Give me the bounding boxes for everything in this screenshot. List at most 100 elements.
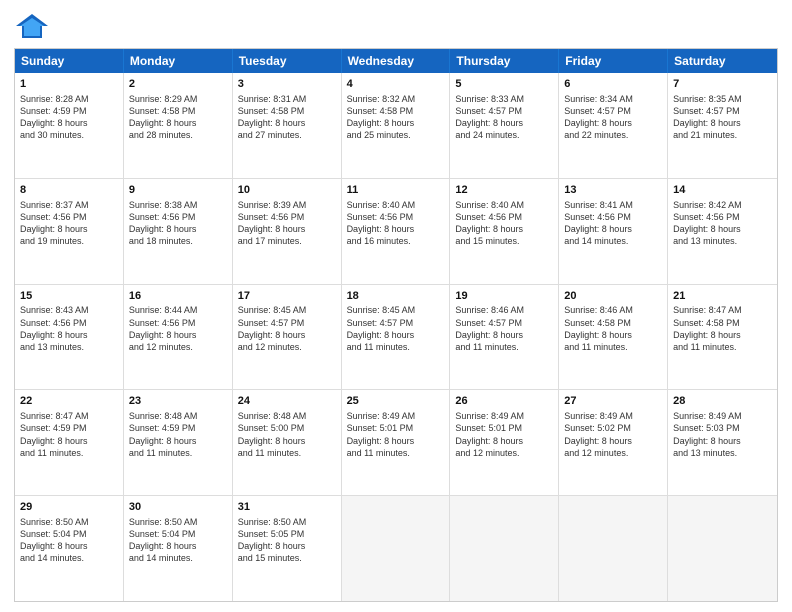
logo [14, 12, 54, 40]
calendar-cell [450, 496, 559, 601]
calendar-cell: 4Sunrise: 8:32 AMSunset: 4:58 PMDaylight… [342, 73, 451, 178]
calendar-row-3: 15Sunrise: 8:43 AMSunset: 4:56 PMDayligh… [15, 285, 777, 391]
day-info-line: Sunrise: 8:45 AM [347, 304, 445, 316]
calendar-cell: 22Sunrise: 8:47 AMSunset: 4:59 PMDayligh… [15, 390, 124, 495]
day-info-line: Sunrise: 8:45 AM [238, 304, 336, 316]
day-info-line: and 14 minutes. [564, 235, 662, 247]
day-info-line: and 11 minutes. [238, 447, 336, 459]
day-info-line: Sunrise: 8:48 AM [238, 410, 336, 422]
calendar-cell: 20Sunrise: 8:46 AMSunset: 4:58 PMDayligh… [559, 285, 668, 390]
day-info-line: and 13 minutes. [673, 447, 772, 459]
day-info-line: and 12 minutes. [455, 447, 553, 459]
day-info-line: Sunset: 5:04 PM [20, 528, 118, 540]
day-info-line: Daylight: 8 hours [564, 329, 662, 341]
day-info-line: Daylight: 8 hours [20, 117, 118, 129]
day-number: 16 [129, 289, 227, 304]
calendar-header: SundayMondayTuesdayWednesdayThursdayFrid… [15, 49, 777, 73]
day-info-line: Sunrise: 8:44 AM [129, 304, 227, 316]
day-number: 31 [238, 500, 336, 515]
day-info-line: Sunrise: 8:29 AM [129, 93, 227, 105]
day-number: 26 [455, 394, 553, 409]
page: SundayMondayTuesdayWednesdayThursdayFrid… [0, 0, 792, 612]
day-info-line: Daylight: 8 hours [347, 117, 445, 129]
calendar-cell: 12Sunrise: 8:40 AMSunset: 4:56 PMDayligh… [450, 179, 559, 284]
calendar: SundayMondayTuesdayWednesdayThursdayFrid… [14, 48, 778, 602]
day-info-line: and 12 minutes. [564, 447, 662, 459]
calendar-cell: 7Sunrise: 8:35 AMSunset: 4:57 PMDaylight… [668, 73, 777, 178]
day-info-line: and 11 minutes. [20, 447, 118, 459]
day-info-line: Sunset: 4:58 PM [564, 317, 662, 329]
day-info-line: Daylight: 8 hours [20, 329, 118, 341]
day-info-line: Sunset: 4:59 PM [129, 422, 227, 434]
day-number: 24 [238, 394, 336, 409]
day-info-line: Daylight: 8 hours [455, 329, 553, 341]
day-info-line: and 11 minutes. [347, 447, 445, 459]
calendar-row-5: 29Sunrise: 8:50 AMSunset: 5:04 PMDayligh… [15, 496, 777, 601]
day-info-line: and 11 minutes. [347, 341, 445, 353]
day-info-line: Sunrise: 8:31 AM [238, 93, 336, 105]
day-info-line: and 16 minutes. [347, 235, 445, 247]
day-info-line: Daylight: 8 hours [129, 117, 227, 129]
calendar-cell: 3Sunrise: 8:31 AMSunset: 4:58 PMDaylight… [233, 73, 342, 178]
day-info-line: Sunrise: 8:37 AM [20, 199, 118, 211]
day-info-line: Sunset: 5:00 PM [238, 422, 336, 434]
day-info-line: and 13 minutes. [673, 235, 772, 247]
logo-icon [14, 12, 50, 40]
day-info-line: Daylight: 8 hours [20, 223, 118, 235]
calendar-body: 1Sunrise: 8:28 AMSunset: 4:59 PMDaylight… [15, 73, 777, 601]
calendar-row-4: 22Sunrise: 8:47 AMSunset: 4:59 PMDayligh… [15, 390, 777, 496]
calendar-cell: 29Sunrise: 8:50 AMSunset: 5:04 PMDayligh… [15, 496, 124, 601]
day-info-line: Sunset: 4:56 PM [129, 317, 227, 329]
day-number: 15 [20, 289, 118, 304]
day-info-line: Sunrise: 8:40 AM [347, 199, 445, 211]
day-info-line: Sunrise: 8:49 AM [455, 410, 553, 422]
day-info-line: Sunset: 4:56 PM [20, 211, 118, 223]
day-info-line: Sunset: 5:04 PM [129, 528, 227, 540]
day-info-line: Sunrise: 8:35 AM [673, 93, 772, 105]
day-info-line: Daylight: 8 hours [238, 329, 336, 341]
day-number: 5 [455, 77, 553, 92]
day-info-line: Sunset: 4:56 PM [238, 211, 336, 223]
calendar-cell [342, 496, 451, 601]
calendar-cell: 1Sunrise: 8:28 AMSunset: 4:59 PMDaylight… [15, 73, 124, 178]
day-info-line: Daylight: 8 hours [129, 540, 227, 552]
day-info-line: and 21 minutes. [673, 129, 772, 141]
day-number: 6 [564, 77, 662, 92]
day-info-line: Daylight: 8 hours [347, 223, 445, 235]
day-info-line: and 24 minutes. [455, 129, 553, 141]
day-info-line: and 15 minutes. [238, 552, 336, 564]
day-info-line: Sunset: 4:57 PM [673, 105, 772, 117]
day-number: 1 [20, 77, 118, 92]
day-number: 22 [20, 394, 118, 409]
day-info-line: Sunset: 4:56 PM [129, 211, 227, 223]
day-info-line: Sunrise: 8:40 AM [455, 199, 553, 211]
day-number: 28 [673, 394, 772, 409]
day-number: 17 [238, 289, 336, 304]
day-info-line: and 17 minutes. [238, 235, 336, 247]
day-info-line: and 11 minutes. [455, 341, 553, 353]
day-info-line: Sunset: 4:59 PM [20, 422, 118, 434]
day-info-line: Daylight: 8 hours [673, 329, 772, 341]
day-info-line: Daylight: 8 hours [238, 117, 336, 129]
day-number: 13 [564, 183, 662, 198]
day-number: 19 [455, 289, 553, 304]
day-info-line: and 14 minutes. [129, 552, 227, 564]
day-number: 3 [238, 77, 336, 92]
day-number: 29 [20, 500, 118, 515]
day-info-line: Daylight: 8 hours [455, 117, 553, 129]
day-number: 7 [673, 77, 772, 92]
day-info-line: Sunset: 5:05 PM [238, 528, 336, 540]
day-info-line: Daylight: 8 hours [564, 223, 662, 235]
day-number: 8 [20, 183, 118, 198]
day-info-line: and 18 minutes. [129, 235, 227, 247]
day-info-line: Sunrise: 8:47 AM [20, 410, 118, 422]
day-info-line: Sunrise: 8:49 AM [347, 410, 445, 422]
day-info-line: Daylight: 8 hours [673, 223, 772, 235]
day-info-line: Sunrise: 8:41 AM [564, 199, 662, 211]
day-number: 2 [129, 77, 227, 92]
calendar-cell: 16Sunrise: 8:44 AMSunset: 4:56 PMDayligh… [124, 285, 233, 390]
day-info-line: Daylight: 8 hours [347, 329, 445, 341]
day-info-line: Sunset: 4:56 PM [564, 211, 662, 223]
weekday-header-monday: Monday [124, 49, 233, 73]
day-info-line: Sunset: 4:56 PM [20, 317, 118, 329]
